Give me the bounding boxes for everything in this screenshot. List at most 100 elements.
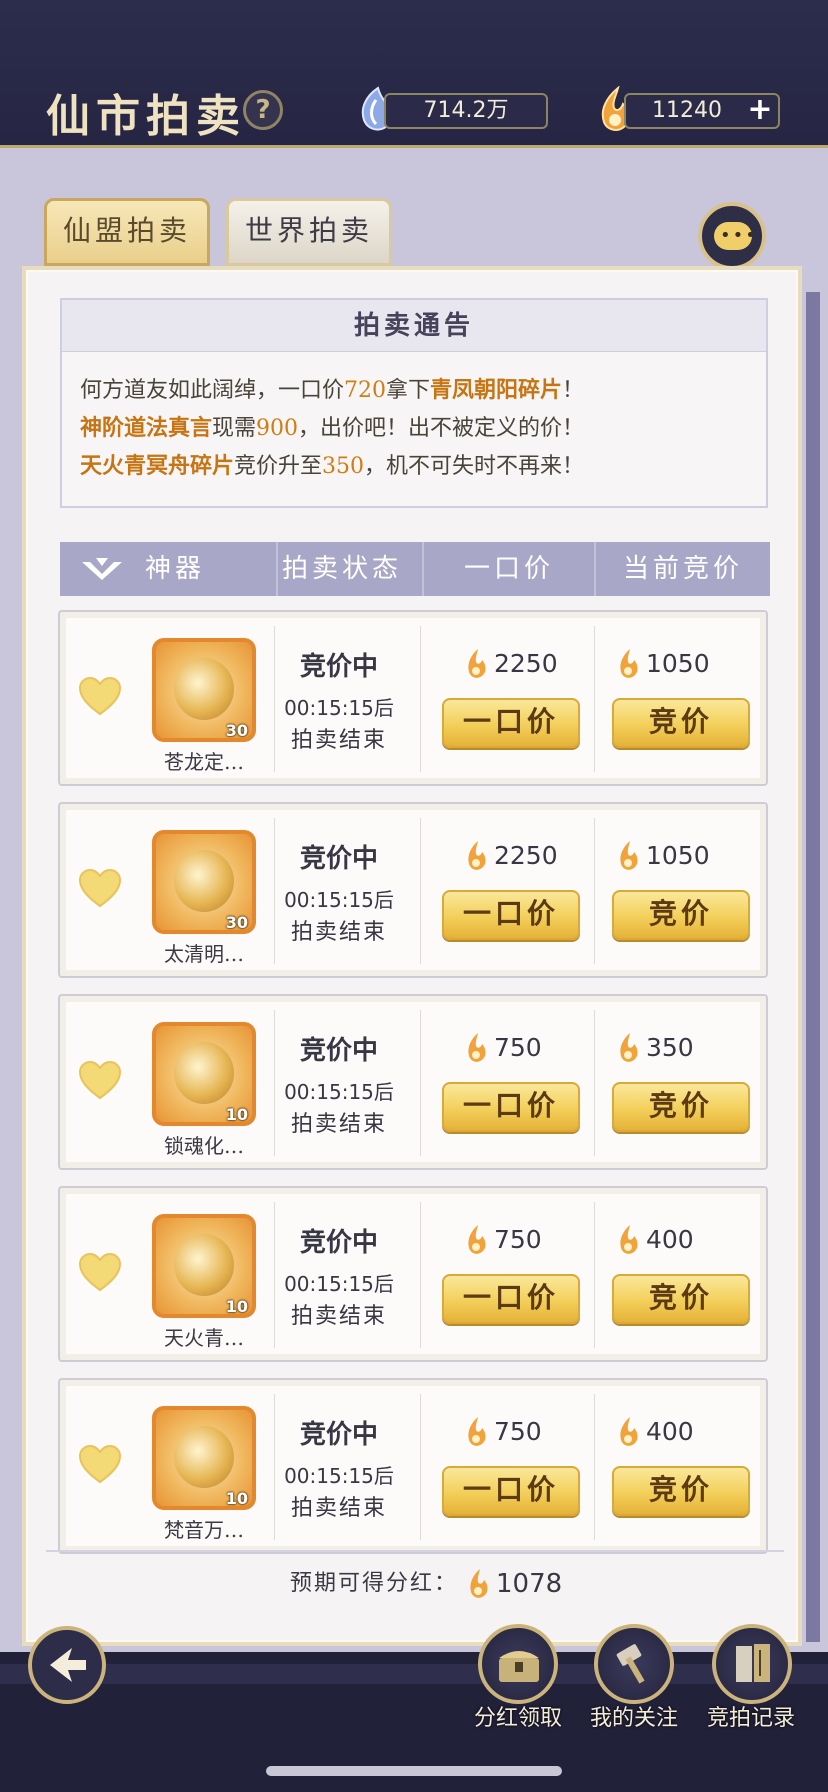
auction-status: 竞价中 bbox=[299, 1228, 378, 1258]
artifact-category-icon bbox=[82, 558, 122, 580]
auction-status: 竞价中 bbox=[299, 1036, 378, 1066]
auction-end-label: 拍卖结束 bbox=[290, 1496, 387, 1521]
spirit-flame-icon bbox=[470, 1569, 488, 1598]
favorite-heart-icon[interactable] bbox=[78, 868, 122, 908]
notice-line-3: 天火青冥舟碎片竞价升至350，机不可失时不再来！ bbox=[80, 453, 585, 479]
tab-world-auction[interactable]: 世界拍卖 bbox=[226, 198, 392, 266]
row-divider bbox=[420, 1202, 421, 1348]
artifact-name: 苍龙定… bbox=[164, 750, 244, 774]
dividend-claim-button[interactable] bbox=[478, 1624, 558, 1704]
auction-end-label: 拍卖结束 bbox=[290, 1304, 387, 1329]
item-count: 30 bbox=[225, 721, 248, 740]
favorite-heart-icon[interactable] bbox=[78, 1252, 122, 1292]
bid-button[interactable]: 竞价 bbox=[612, 1274, 750, 1324]
auction-timer: 00:15:15后 bbox=[284, 888, 394, 912]
table-row: 10 梵音万… 竞价中 00:15:15后 拍卖结束 750 一口价 400 竞价 bbox=[58, 1378, 768, 1554]
auction-timer: 00:15:15后 bbox=[284, 1272, 394, 1296]
spirit-flame-icon bbox=[468, 1225, 486, 1254]
item-count: 10 bbox=[225, 1489, 248, 1508]
dividend-claim-label[interactable]: 分红领取 bbox=[453, 1700, 583, 1732]
top-header: 仙市拍卖 ? 714.2万 11240 + bbox=[0, 0, 828, 148]
spirit-flame-icon bbox=[468, 649, 486, 678]
favorite-heart-icon[interactable] bbox=[78, 676, 122, 716]
header-status: 拍卖状态 bbox=[281, 554, 402, 584]
auction-timer: 00:15:15后 bbox=[284, 1464, 394, 1488]
page-title: 仙市拍卖 bbox=[46, 91, 246, 142]
auction-status: 竞价中 bbox=[299, 844, 378, 874]
auction-timer: 00:15:15后 bbox=[284, 1080, 394, 1104]
artifact-icon[interactable]: 30 bbox=[152, 638, 256, 742]
spirit-flame-icon bbox=[620, 841, 638, 870]
buyout-button[interactable]: 一口价 bbox=[442, 1274, 580, 1324]
panel-side-shadow bbox=[806, 292, 820, 1642]
chest-icon bbox=[499, 1651, 539, 1682]
spirit-flame-icon bbox=[620, 1417, 638, 1446]
auction-timer: 00:15:15后 bbox=[284, 696, 394, 720]
bid-button[interactable]: 竞价 bbox=[612, 698, 750, 748]
artifact-name: 锁魂化… bbox=[164, 1134, 244, 1158]
artifact-art bbox=[174, 1426, 234, 1488]
artifact-name: 太清明… bbox=[164, 942, 244, 966]
row-divider bbox=[594, 818, 595, 964]
artifact-icon[interactable]: 10 bbox=[152, 1022, 256, 1126]
notice-title: 拍卖通告 bbox=[62, 300, 766, 352]
help-button[interactable]: ? bbox=[243, 90, 283, 130]
home-indicator[interactable] bbox=[266, 1766, 562, 1776]
tab-alliance-auction[interactable]: 仙盟拍卖 bbox=[44, 198, 210, 266]
my-follows-button[interactable] bbox=[594, 1624, 674, 1704]
bonus-label: 预期可得分红： bbox=[290, 1571, 459, 1596]
auction-status: 竞价中 bbox=[299, 1420, 378, 1450]
artifact-name: 梵音万… bbox=[164, 1518, 244, 1542]
artifact-icon[interactable]: 10 bbox=[152, 1214, 256, 1318]
bid-record-button[interactable] bbox=[712, 1624, 792, 1704]
item-count: 30 bbox=[225, 913, 248, 932]
recharge-button[interactable]: + bbox=[745, 95, 775, 126]
favorite-heart-icon[interactable] bbox=[78, 1444, 122, 1484]
footer-divider bbox=[46, 1550, 784, 1552]
table-row: 10 锁魂化… 竞价中 00:15:15后 拍卖结束 750 一口价 350 竞价 bbox=[58, 994, 768, 1170]
row-divider bbox=[420, 1394, 421, 1540]
spirit-flame-icon bbox=[468, 841, 486, 870]
artifact-art bbox=[174, 658, 234, 720]
buyout-button[interactable]: 一口价 bbox=[442, 890, 580, 940]
artifact-name: 天火青… bbox=[164, 1326, 244, 1350]
buyout-button[interactable]: 一口价 bbox=[442, 1466, 580, 1516]
artifact-art bbox=[174, 1234, 234, 1296]
row-divider bbox=[420, 626, 421, 772]
row-divider bbox=[594, 626, 595, 772]
jade-amount: 714.2万 bbox=[384, 93, 548, 129]
bid-button[interactable]: 竞价 bbox=[612, 1082, 750, 1132]
back-button[interactable] bbox=[28, 1626, 106, 1704]
bid-record-label[interactable]: 竞拍记录 bbox=[686, 1700, 816, 1732]
spirit-flame-icon bbox=[620, 649, 638, 678]
spirit-flame-icon bbox=[468, 1417, 486, 1446]
bid-button[interactable]: 竞价 bbox=[612, 890, 750, 940]
record-icon bbox=[736, 1644, 770, 1682]
row-divider bbox=[594, 1202, 595, 1348]
spirit-flame-icon bbox=[620, 1033, 638, 1062]
item-count: 10 bbox=[225, 1297, 248, 1316]
artifact-icon[interactable]: 10 bbox=[152, 1406, 256, 1510]
buyout-button[interactable]: 一口价 bbox=[442, 1082, 580, 1132]
auction-end-label: 拍卖结束 bbox=[290, 1112, 387, 1137]
header-artifact: 神器 bbox=[144, 554, 205, 584]
table-header: 神器 拍卖状态 一口价 当前竞价 bbox=[60, 542, 770, 596]
buyout-button[interactable]: 一口价 bbox=[442, 698, 580, 748]
hammer-icon bbox=[616, 1644, 645, 1684]
auction-notice: 拍卖通告 何方道友如此阔绰，一口价720拿下青凤朝阳碎片！ 神阶道法真言现需90… bbox=[60, 298, 768, 508]
artifact-icon[interactable]: 30 bbox=[152, 830, 256, 934]
bid-button[interactable]: 竞价 bbox=[612, 1466, 750, 1516]
table-row: 30 苍龙定… 竞价中 00:15:15后 拍卖结束 2250 一口价 1050 竞价 bbox=[58, 610, 768, 786]
artifact-art bbox=[174, 850, 234, 912]
row-divider bbox=[420, 1010, 421, 1156]
chat-button[interactable]: ••• bbox=[698, 202, 766, 270]
header-current-bid: 当前竞价 bbox=[622, 554, 743, 584]
my-follows-label[interactable]: 我的关注 bbox=[569, 1700, 699, 1732]
item-count: 10 bbox=[225, 1105, 248, 1124]
auction-end-label: 拍卖结束 bbox=[290, 920, 387, 945]
row-divider bbox=[420, 818, 421, 964]
table-row: 10 天火青… 竞价中 00:15:15后 拍卖结束 750 一口价 400 竞价 bbox=[58, 1186, 768, 1362]
header-buyout: 一口价 bbox=[463, 554, 554, 584]
favorite-heart-icon[interactable] bbox=[78, 1060, 122, 1100]
auction-end-label: 拍卖结束 bbox=[290, 728, 387, 753]
